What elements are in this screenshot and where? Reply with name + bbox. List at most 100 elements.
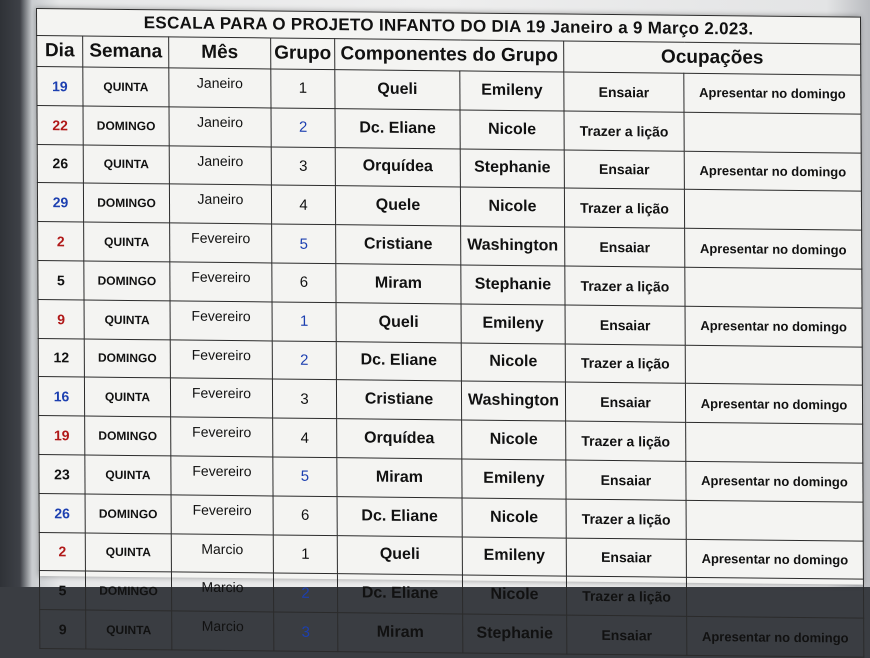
apresentar-cell xyxy=(684,189,862,231)
componente-1-cell: Queli xyxy=(337,535,463,576)
componente-1-cell: Miram xyxy=(336,457,463,498)
grupo-cell: 3 xyxy=(272,379,337,419)
semana-cell: DOMINGO xyxy=(83,260,171,301)
componente-2-cell: Nicole xyxy=(460,109,565,150)
mes-cell: Fevereiro xyxy=(169,223,272,263)
acao-cell: Trazer a lição xyxy=(564,110,685,151)
grupo-cell: 2 xyxy=(272,340,337,381)
dia-cell: 16 xyxy=(38,376,85,417)
apresentar-cell: Apresentar no domingo xyxy=(685,383,863,425)
semana-cell: DOMINGO xyxy=(85,493,172,534)
header-semana: Semana xyxy=(82,35,169,68)
dia-cell: 12 xyxy=(38,338,85,378)
apresentar-cell xyxy=(684,267,863,308)
grupo-cell: 3 xyxy=(273,612,338,652)
semana-cell: QUINTA xyxy=(82,66,170,107)
semana-cell: QUINTA xyxy=(84,299,171,340)
apresentar-cell xyxy=(685,344,863,386)
dia-cell: 5 xyxy=(37,260,85,300)
acao-cell: Ensaiar xyxy=(566,615,687,656)
mes-cell: Marcio xyxy=(171,533,274,574)
acao-cell: Ensaiar xyxy=(564,227,685,268)
schedule-sheet: ESCALA PARA O PROJETO INFANTO DO DIA 19 … xyxy=(36,8,864,658)
dia-cell: 2 xyxy=(37,221,84,261)
acao-cell: Ensaiar xyxy=(565,304,686,345)
componente-1-cell: Dc. Eliane xyxy=(337,496,463,537)
componente-2-cell: Nicole xyxy=(462,575,567,616)
grupo-cell: 6 xyxy=(271,262,337,303)
grupo-cell: 2 xyxy=(271,107,336,148)
grupo-cell: 1 xyxy=(270,68,336,109)
apresentar-cell: Apresentar no domingo xyxy=(684,228,862,270)
grupo-cell: 4 xyxy=(272,418,337,458)
componente-2-cell: Emileny xyxy=(459,70,565,111)
componente-1-cell: Queli xyxy=(336,302,462,343)
componente-2-cell: Stephanie xyxy=(462,614,567,655)
semana-cell: QUINTA xyxy=(84,454,172,495)
componente-2-cell: Emileny xyxy=(461,458,567,499)
mes-cell: Janeiro xyxy=(168,67,272,108)
semana-cell: DOMINGO xyxy=(83,105,170,146)
componente-1-cell: Quele xyxy=(335,186,461,227)
dia-cell: 26 xyxy=(39,493,86,533)
apresentar-cell: Apresentar no domingo xyxy=(686,538,864,580)
acao-cell: Ensaiar xyxy=(563,72,685,113)
acao-cell: Trazer a lição xyxy=(565,421,686,462)
componente-1-cell: Cristiane xyxy=(335,224,461,265)
header-grupo: Grupo xyxy=(270,37,335,70)
mes-cell: Marcio xyxy=(171,572,274,613)
dia-cell: 2 xyxy=(39,532,86,572)
componente-2-cell: Stephanie xyxy=(460,264,566,305)
componente-1-cell: Miram xyxy=(335,263,462,304)
mes-cell: Fevereiro xyxy=(170,339,273,380)
dia-cell: 9 xyxy=(39,609,86,649)
dia-cell: 26 xyxy=(37,144,84,184)
semana-cell: DOMINGO xyxy=(85,571,172,612)
acao-cell: Ensaiar xyxy=(564,149,685,190)
dia-cell: 22 xyxy=(37,105,84,145)
acao-cell: Trazer a lição xyxy=(564,266,686,307)
mes-cell: Janeiro xyxy=(169,184,272,225)
dia-cell: 23 xyxy=(38,454,86,494)
dia-cell: 19 xyxy=(36,66,84,106)
semana-cell: QUINTA xyxy=(83,144,170,185)
componente-2-cell: Nicole xyxy=(461,420,566,461)
componente-2-cell: Nicole xyxy=(461,342,566,383)
componente-2-cell: Nicole xyxy=(462,497,567,538)
photo-background: ESCALA PARA O PROJETO INFANTO DO DIA 19 … xyxy=(0,0,870,658)
acao-cell: Trazer a lição xyxy=(566,576,687,617)
header-dia: Dia xyxy=(36,35,83,67)
table-row: 9 QUINTA Marcio 3 Miram Stephanie Ensaiar Apres… xyxy=(39,609,864,658)
mes-cell: Janeiro xyxy=(169,145,272,186)
dia-cell: 9 xyxy=(38,299,85,339)
grupo-cell: 5 xyxy=(271,224,336,264)
componente-1-cell: Orquídea xyxy=(335,147,461,188)
header-componentes: Componentes do Grupo xyxy=(334,38,564,73)
semana-cell: QUINTA xyxy=(83,222,170,262)
grupo-cell: 4 xyxy=(271,185,336,225)
apresentar-cell xyxy=(686,577,864,619)
componente-2-cell: Emileny xyxy=(462,536,567,577)
acao-cell: Trazer a lição xyxy=(564,188,685,229)
mes-cell: Fevereiro xyxy=(169,261,273,302)
apresentar-cell: Apresentar no domingo xyxy=(685,306,863,347)
mes-cell: Fevereiro xyxy=(170,417,273,457)
schedule-table: ESCALA PARA O PROJETO INFANTO DO DIA 19 … xyxy=(36,8,864,658)
header-ocupacoes: Ocupações xyxy=(563,41,861,76)
componente-1-cell: Miram xyxy=(337,612,463,653)
apresentar-cell: Apresentar no domingo xyxy=(683,73,862,114)
grupo-cell: 3 xyxy=(271,146,336,187)
header-mes: Mês xyxy=(168,36,271,69)
componente-2-cell: Emileny xyxy=(461,303,566,344)
apresentar-cell xyxy=(685,422,863,464)
componente-1-cell: Queli xyxy=(334,69,461,110)
apresentar-cell: Apresentar no domingo xyxy=(684,150,862,192)
grupo-cell: 1 xyxy=(273,534,338,575)
semana-cell: DOMINGO xyxy=(84,416,171,456)
componente-2-cell: Washington xyxy=(461,381,566,422)
dia-cell: 19 xyxy=(38,415,85,455)
componente-1-cell: Dc. Eliane xyxy=(335,108,461,149)
componente-1-cell: Orquídea xyxy=(336,418,462,459)
componente-1-cell: Dc. Eliane xyxy=(336,341,462,382)
acao-cell: Trazer a lição xyxy=(566,498,687,539)
